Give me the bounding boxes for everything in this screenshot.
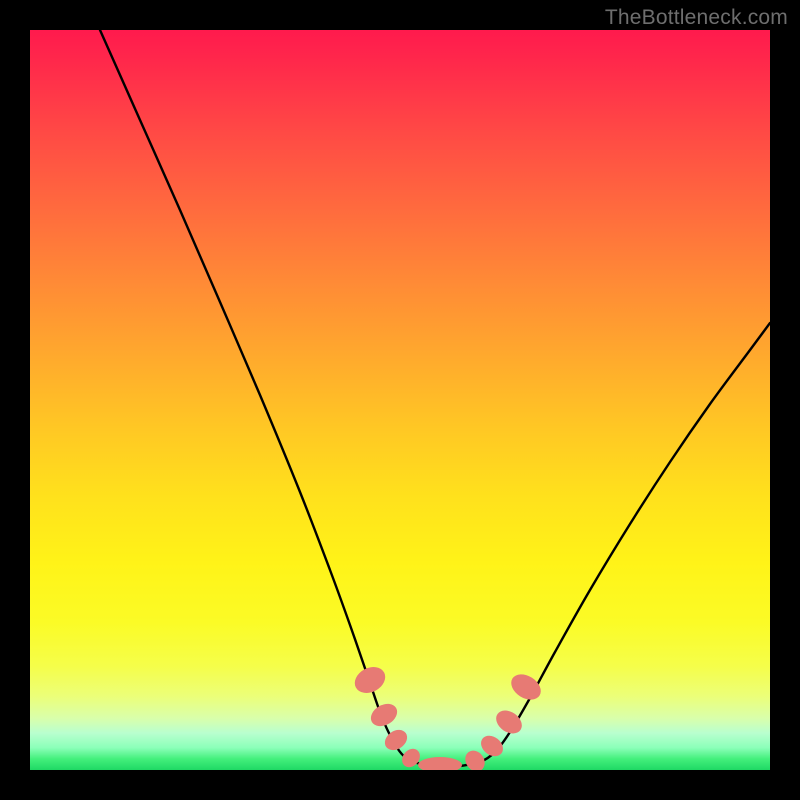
chart-frame: TheBottleneck.com [0,0,800,800]
watermark-text: TheBottleneck.com [605,6,788,30]
valley-marker-4 [418,757,462,770]
curve-layer [100,30,770,767]
marker-layer [350,662,545,770]
valley-marker-1 [367,699,401,730]
curve-left-branch [100,30,460,767]
chart-svg [30,30,770,770]
valley-marker-0 [350,662,390,698]
valley-marker-8 [507,669,546,705]
chart-plot-area [30,30,770,770]
valley-marker-2 [381,726,411,755]
curve-right-branch [460,323,770,766]
